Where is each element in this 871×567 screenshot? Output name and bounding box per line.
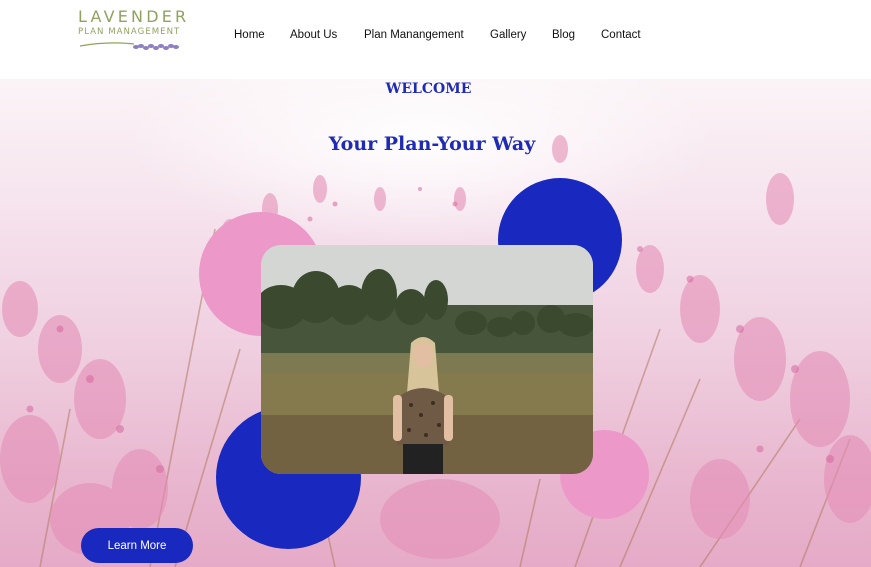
nav-gallery[interactable]: Gallery [490, 29, 526, 41]
welcome-eyebrow: WELCOME [385, 81, 472, 97]
hero-section: WELCOME Your Plan-Your Way Learn More [0, 79, 871, 567]
nav-about-us[interactable]: About Us [290, 29, 337, 41]
lavender-sprig-icon [79, 42, 179, 50]
logo-subtitle: PLAN MANAGEMENT [78, 27, 181, 37]
site-logo[interactable]: LAVENDER PLAN MANAGEMENT [78, 8, 188, 56]
hero-headline: Your Plan-Your Way [328, 133, 536, 155]
logo-title: LAVENDER [78, 7, 190, 26]
learn-more-button[interactable]: Learn More [81, 528, 193, 563]
nav-blog[interactable]: Blog [552, 29, 575, 41]
nav-contact[interactable]: Contact [601, 29, 641, 41]
nav-plan-management[interactable]: Plan Manangement [364, 29, 464, 41]
site-header: LAVENDER PLAN MANAGEMENT Home About Us P… [0, 0, 871, 79]
nav-home[interactable]: Home [234, 29, 265, 41]
hero-photo [261, 245, 593, 474]
